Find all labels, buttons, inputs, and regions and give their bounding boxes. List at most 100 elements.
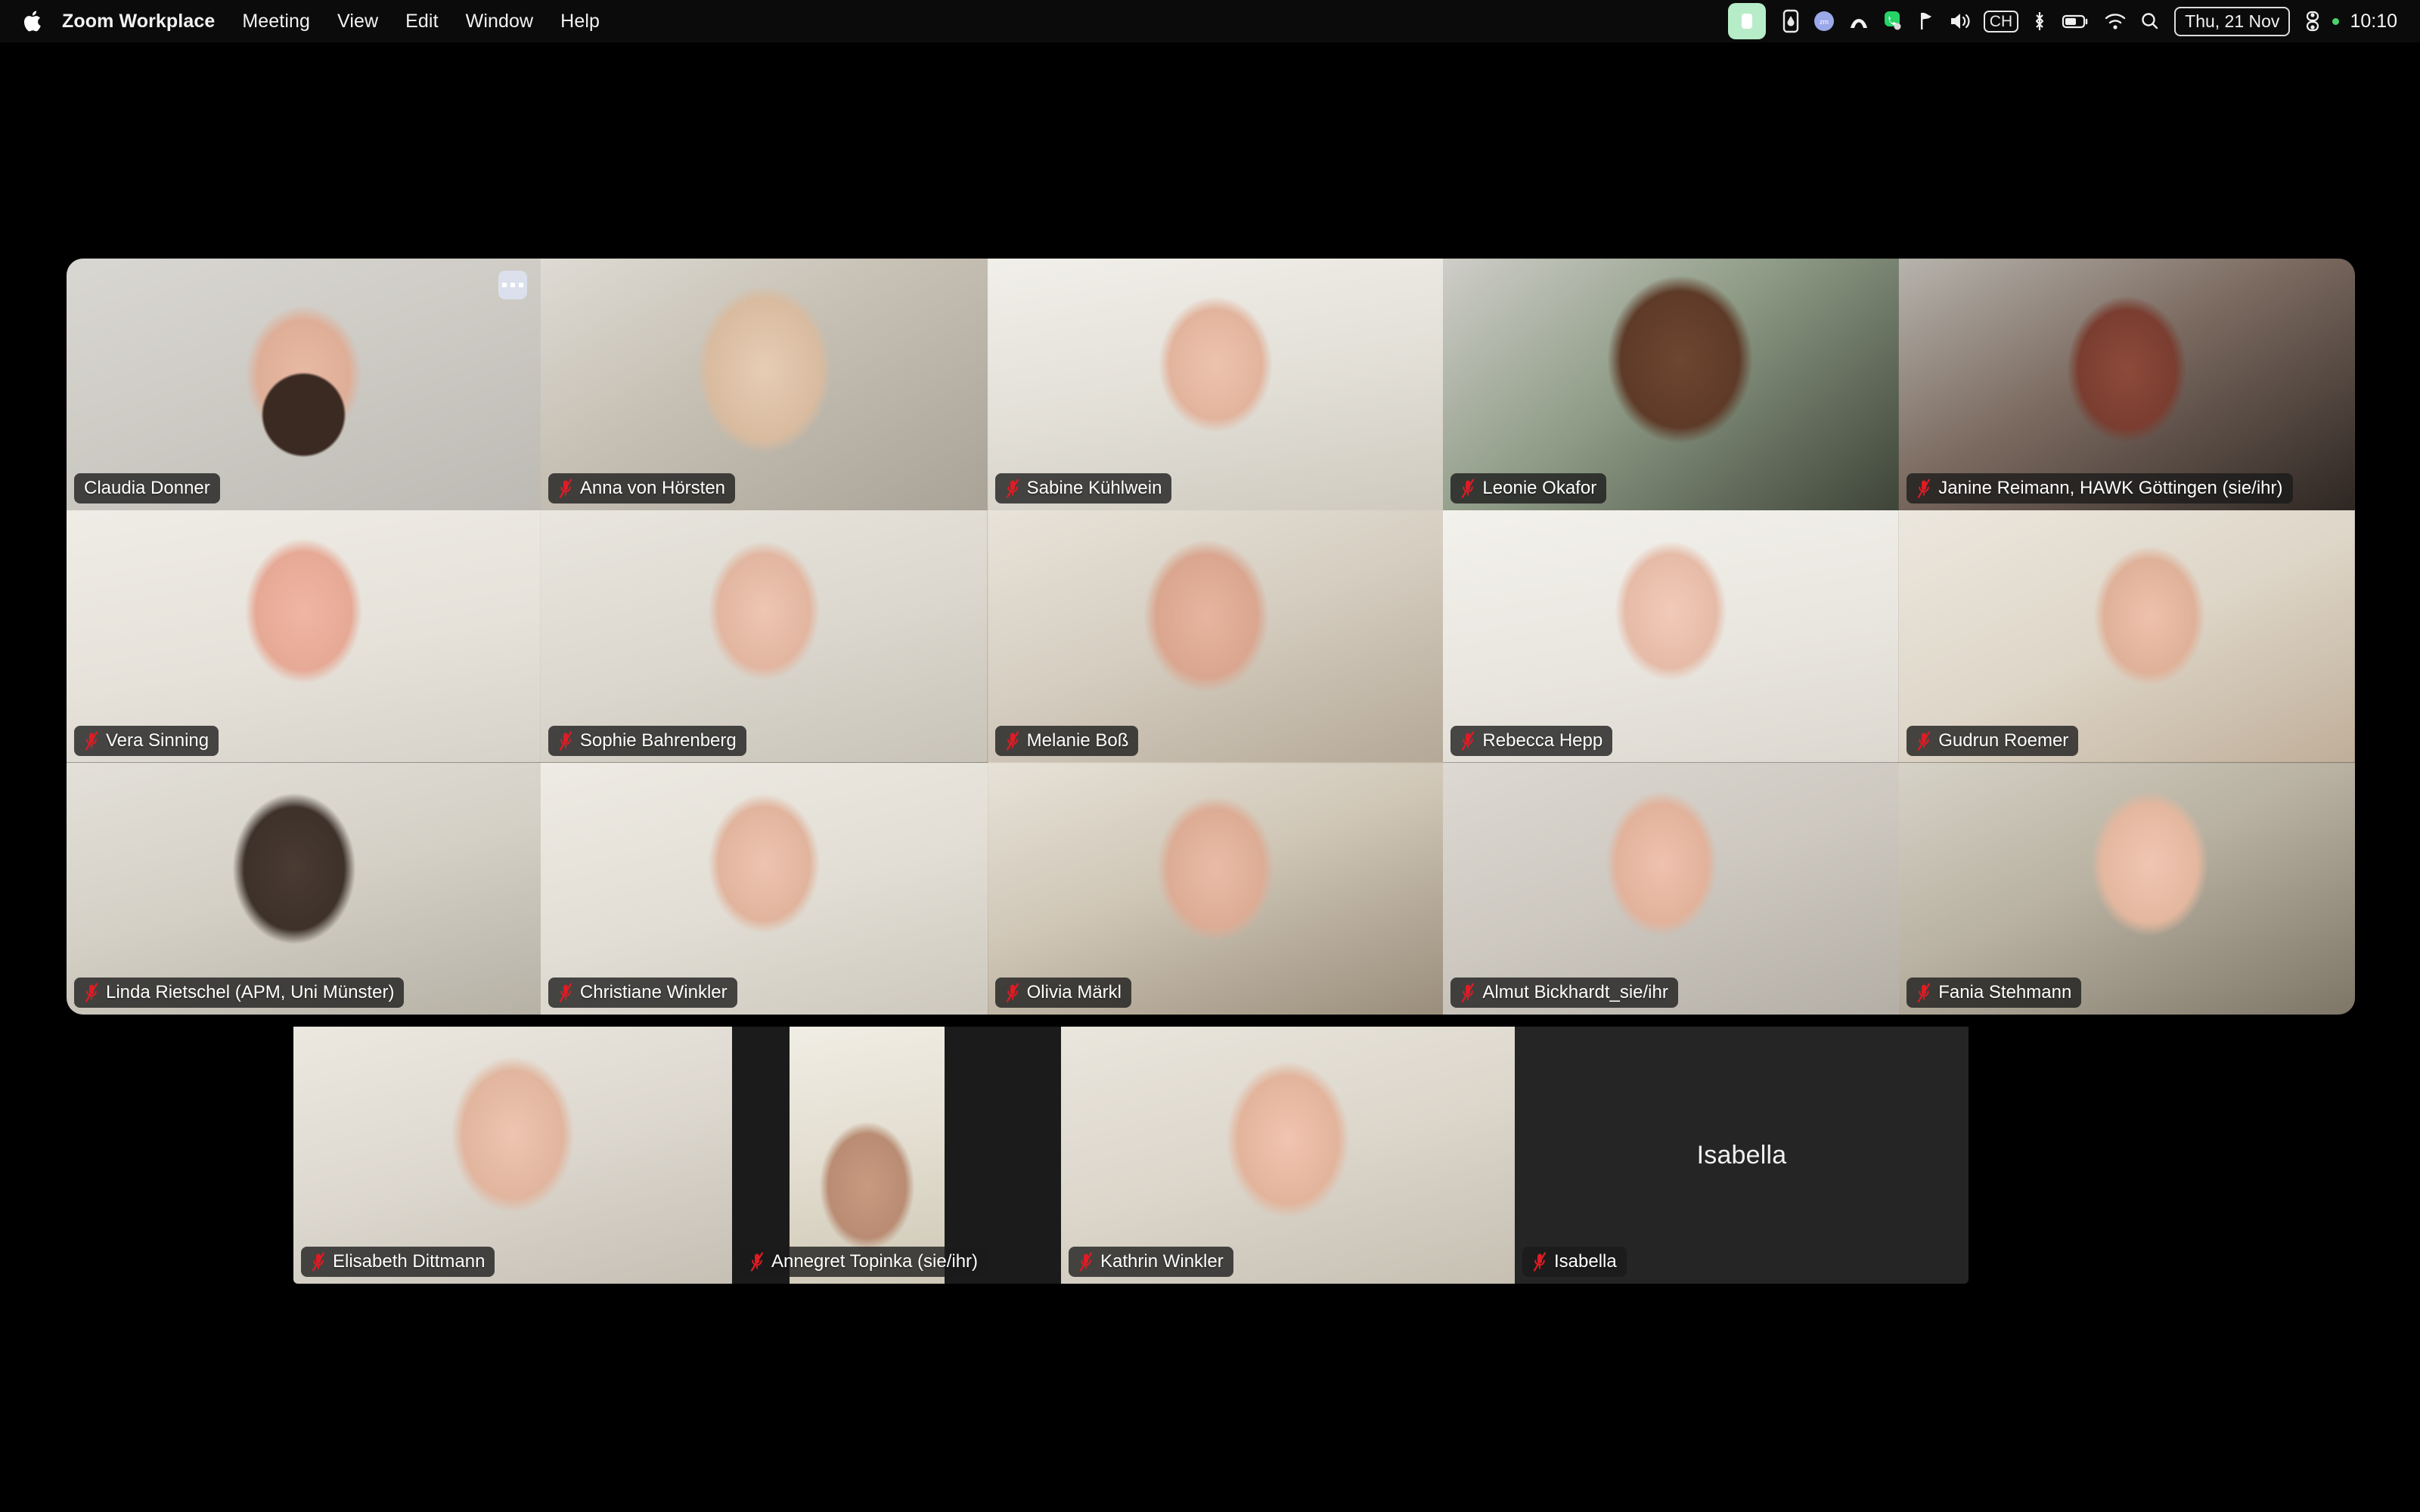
droplet-app-icon[interactable] (1775, 4, 1807, 39)
participant-video (67, 762, 541, 1015)
control-center-icon[interactable] (2297, 4, 2329, 39)
participant-tile[interactable]: Claudia Donner (67, 259, 541, 511)
participant-name-label: Christiane Winkler (579, 983, 728, 1002)
participant-nameplate: Melanie Boß (994, 725, 1139, 756)
participant-tile[interactable]: Isabella Isabella (1515, 1027, 1969, 1284)
participant-video (1061, 1027, 1515, 1284)
whatsapp-icon[interactable] (1876, 4, 1910, 39)
participant-nameplate: Leonie Okafor (1450, 473, 1607, 504)
menu-item-zoom-workplace[interactable]: Zoom Workplace (62, 6, 228, 36)
participant-gallery-overflow-row: Elisabeth Dittmann Annegret Topinka (sie/… (293, 1027, 1969, 1284)
participant-name-label: Rebecca Hepp (1482, 731, 1603, 750)
participant-nameplate: Claudia Donner (74, 473, 220, 504)
arc-browser-icon[interactable] (1841, 4, 1876, 39)
participant-tile[interactable]: Olivia Märkl (987, 762, 1444, 1015)
menu-item-window[interactable]: Window (452, 6, 548, 36)
participant-tile[interactable]: Gudrun Roemer (1899, 510, 2355, 763)
participant-tile[interactable]: Christiane Winkler (540, 762, 988, 1015)
participant-tile[interactable]: Vera Sinning (67, 510, 541, 763)
mic-muted-icon (1918, 479, 1931, 498)
participant-video (1443, 762, 1900, 1015)
mic-muted-icon (1533, 1252, 1547, 1272)
participant-tile[interactable]: Sophie Bahrenberg (540, 510, 988, 763)
participant-name-label: Melanie Boß (1026, 731, 1129, 750)
participant-nameplate: Sophie Bahrenberg (548, 725, 746, 756)
svg-text:zm: zm (1820, 18, 1829, 26)
menu-item-view[interactable]: View (324, 6, 392, 36)
tile-more-options-button[interactable] (498, 271, 527, 299)
mic-muted-icon (1006, 983, 1019, 1002)
mic-muted-icon (1006, 730, 1019, 751)
apple-logo-icon[interactable] (20, 6, 45, 36)
spotlight-search-icon[interactable] (2133, 4, 2167, 39)
menu-bar-date[interactable]: Thu, 21 Nov (2174, 6, 2291, 36)
participant-video (1899, 510, 2355, 763)
mic-muted-icon (85, 730, 98, 751)
mic-muted-icon (312, 1252, 325, 1272)
participant-tile[interactable]: Annegret Topinka (sie/ihr) (732, 1027, 1061, 1284)
camera-in-use-indicator-icon[interactable] (1727, 3, 1766, 39)
menu-bar-clock[interactable]: 10:10 (2339, 11, 2400, 33)
gallery-row: Claudia Donner Anna von Hörsten Sabine Küh… (67, 259, 2355, 511)
participant-name-label: Sabine Kühlwein (1026, 479, 1162, 498)
keyboard-input-label: CH (1983, 10, 2019, 33)
menu-bar-left-group: Zoom Workplace Meeting View Edit Window … (20, 6, 613, 36)
wifi-icon[interactable] (2097, 4, 2133, 39)
participant-nameplate: Vera Sinning (74, 725, 219, 756)
participant-nameplate: Janine Reimann, HAWK Göttingen (sie/ihr) (1907, 473, 2293, 504)
mic-muted-icon (559, 730, 572, 751)
participant-tile[interactable]: Elisabeth Dittmann (293, 1027, 732, 1284)
participant-tile[interactable]: Janine Reimann, HAWK Göttingen (sie/ihr) (1899, 259, 2355, 511)
mic-muted-icon (1462, 479, 1475, 498)
participant-video (987, 259, 1444, 511)
participant-nameplate: Linda Rietschel (APM, Uni Münster) (74, 977, 405, 1008)
participant-video (1899, 762, 2355, 1015)
participant-nameplate: Kathrin Winkler (1069, 1247, 1233, 1277)
participant-tile[interactable]: Almut Bickhardt_sie/ihr (1443, 762, 1900, 1015)
participant-video (1443, 259, 1900, 511)
participant-nameplate: Rebecca Hepp (1450, 725, 1613, 756)
participant-nameplate: Olivia Märkl (994, 977, 1131, 1008)
participant-name-label: Sophie Bahrenberg (579, 731, 737, 750)
participant-name-label: Vera Sinning (106, 731, 209, 750)
bluetooth-icon[interactable] (2024, 4, 2055, 39)
menu-item-help[interactable]: Help (547, 6, 613, 36)
participant-video (987, 762, 1444, 1015)
menu-bar-status-group: zm CH Thu, 21 Nov 10:10 (1727, 3, 2400, 39)
participant-name-label: Claudia Donner (84, 479, 210, 498)
participant-video (540, 259, 988, 511)
zoom-app-icon[interactable]: zm (1807, 4, 1841, 39)
gallery-row: Linda Rietschel (APM, Uni Münster) Christ… (67, 762, 2355, 1015)
participant-nameplate: Christiane Winkler (548, 977, 737, 1008)
participant-tile[interactable]: Kathrin Winkler (1061, 1027, 1515, 1284)
mic-muted-icon (1079, 1252, 1093, 1272)
keyboard-input-icon[interactable]: CH (1978, 4, 2024, 39)
flag-icon[interactable] (1910, 4, 1941, 39)
participant-name-label: Elisabeth Dittmann (333, 1253, 486, 1271)
participant-nameplate: Sabine Kühlwein (994, 473, 1172, 504)
mic-muted-icon (85, 983, 98, 1002)
menu-item-meeting[interactable]: Meeting (228, 6, 324, 36)
participant-name-label: Annegret Topinka (sie/ihr) (771, 1253, 979, 1271)
participant-video (293, 1027, 732, 1284)
mic-muted-icon (559, 479, 572, 498)
participant-tile[interactable]: Melanie Boß (987, 510, 1444, 763)
participant-tile[interactable]: Anna von Hörsten (540, 259, 988, 511)
participant-display-name-large: Isabella (1696, 1140, 1787, 1170)
participant-tile[interactable]: Linda Rietschel (APM, Uni Münster) (67, 762, 541, 1015)
mic-muted-icon (559, 983, 572, 1002)
participant-tile[interactable]: Leonie Okafor (1443, 259, 1900, 511)
battery-icon[interactable] (2055, 4, 2097, 39)
participant-name-label: Kathrin Winkler (1100, 1253, 1224, 1271)
menu-item-edit[interactable]: Edit (392, 6, 451, 36)
participant-name-label: Anna von Hörsten (579, 479, 726, 498)
participant-name-label: Leonie Okafor (1482, 479, 1597, 498)
volume-icon[interactable] (1941, 4, 1978, 39)
participant-video (540, 510, 988, 763)
participant-name-label: Janine Reimann, HAWK Göttingen (sie/ihr) (1938, 479, 2283, 498)
dot (510, 283, 515, 287)
participant-tile[interactable]: Sabine Kühlwein (987, 259, 1444, 511)
participant-tile[interactable]: Fania Stehmann (1899, 762, 2355, 1015)
participant-gallery-grid: Claudia Donner Anna von Hörsten Sabine Küh… (67, 259, 2355, 1015)
participant-tile[interactable]: Rebecca Hepp (1443, 510, 1900, 763)
